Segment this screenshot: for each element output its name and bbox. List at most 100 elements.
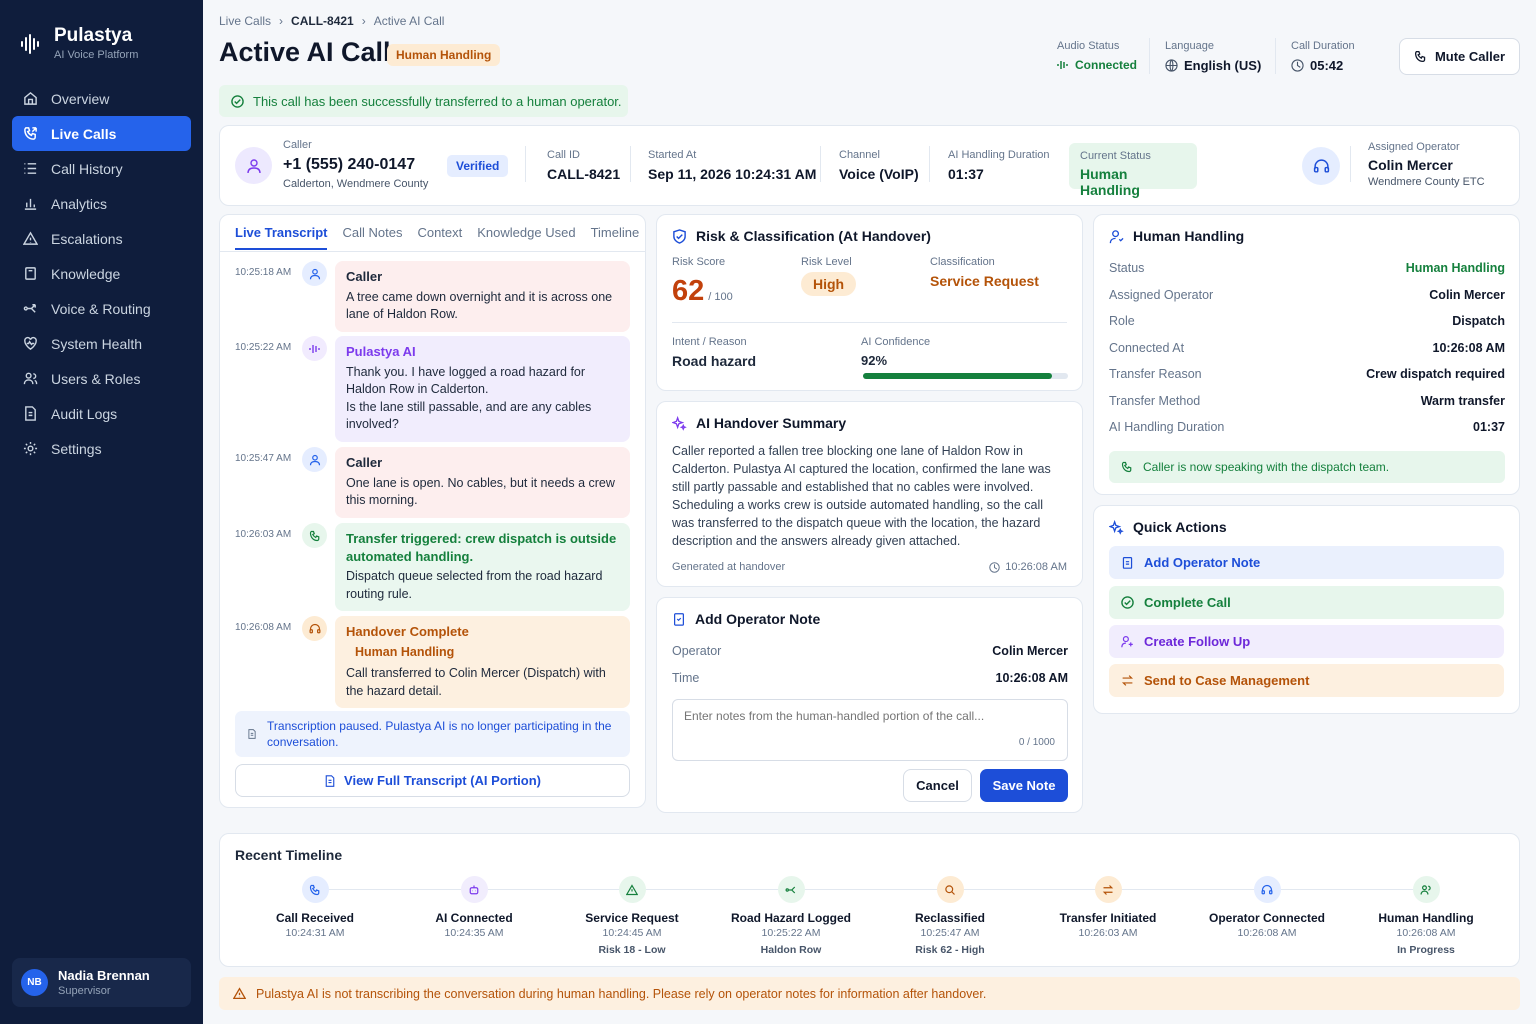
sidebar-item-voice-routing[interactable]: Voice & Routing	[12, 291, 191, 326]
transcript-message: 10:25:22 AM Pulastya AI Thank you. I hav…	[235, 336, 630, 442]
sidebar-item-label: System Health	[51, 335, 143, 352]
current-status-box: Current Status Human Handling	[1069, 143, 1197, 198]
operator-note-textarea[interactable]	[672, 699, 1068, 761]
timeline-item[interactable]: Road Hazard Logged 10:25:22 AM Haldon Ro…	[721, 876, 861, 956]
headset-icon	[1313, 158, 1329, 173]
save-note-button[interactable]: Save Note	[980, 769, 1068, 802]
sidebar-item-escalations[interactable]: Escalations	[12, 221, 191, 256]
sidebar-item-settings[interactable]: Settings	[12, 431, 191, 466]
view-full-transcript-label: View Full Transcript (AI Portion)	[344, 773, 541, 788]
sidebar-item-system-health[interactable]: System Health	[12, 326, 191, 361]
breadcrumb-current: Active AI Call	[373, 14, 445, 28]
complete-call-action[interactable]: Complete Call	[1109, 586, 1504, 619]
timeline-item[interactable]: Service Request 10:24:45 AM Risk 18 - Lo…	[562, 876, 702, 956]
heart-pulse-icon	[24, 336, 37, 350]
breadcrumb-live-calls[interactable]: Live Calls	[219, 14, 271, 28]
handling-row-ai-duration: AI Handling Duration 01:37	[1109, 414, 1505, 441]
risk-score-max: / 100	[708, 291, 733, 303]
message-text: Dispatch queue selected from the road ha…	[346, 569, 603, 601]
sidebar-item-knowledge[interactable]: Knowledge	[12, 256, 191, 291]
action-label: Add Operator Note	[1144, 555, 1261, 570]
current-status-label: Current Status	[1080, 150, 1151, 162]
call-id-value: CALL-8421	[547, 166, 621, 182]
sidebar-item-users-roles[interactable]: Users & Roles	[12, 361, 191, 396]
tab-live-transcript[interactable]: Live Transcript	[235, 225, 328, 250]
ai-confidence-label: AI Confidence	[861, 336, 931, 348]
headset-icon	[309, 623, 320, 633]
intent-value: Road hazard	[672, 353, 757, 369]
timeline-item[interactable]: Human Handling 10:26:08 AM In Progress	[1356, 876, 1496, 956]
risk-level-badge: High	[801, 272, 857, 296]
sidebar-item-live-calls[interactable]: Live Calls	[12, 116, 191, 151]
risk-title: Risk & Classification (At Handover)	[672, 228, 931, 244]
file-icon	[25, 406, 36, 421]
cancel-button[interactable]: Cancel	[903, 769, 972, 802]
timeline-item[interactable]: Call Received 10:24:31 AM	[245, 876, 385, 939]
action-label: Create Follow Up	[1144, 634, 1251, 649]
transcript-message: 10:25:18 AM Caller A tree came down over…	[235, 261, 630, 332]
gear-icon	[23, 441, 38, 456]
breadcrumb-call-id[interactable]: CALL-8421	[291, 14, 354, 28]
brand-subtitle: AI Voice Platform	[54, 49, 139, 61]
clipboard-icon	[674, 613, 684, 626]
sidebar-item-analytics[interactable]: Analytics	[12, 186, 191, 221]
timeline-item-extra: Risk 18 - Low	[598, 944, 666, 956]
started-at-value: Sep 11, 2026 10:24:31 AM	[648, 166, 817, 182]
brand[interactable]: Pulastya AI Voice Platform	[20, 26, 138, 61]
timeline-item-time: 10:26:08 AM	[1237, 927, 1297, 939]
channel-value: Voice (VoIP)	[839, 166, 919, 182]
transcript-panel: Live Transcript Call Notes Context Knowl…	[219, 214, 646, 808]
waveform-logo-icon	[21, 33, 39, 54]
timeline-item[interactable]: AI Connected 10:24:35 AM	[404, 876, 544, 939]
summary-generated-time: 10:26:08 AM	[989, 561, 1067, 573]
language-value: English (US)	[1184, 58, 1262, 73]
chevron-right-icon: ›	[361, 14, 366, 28]
timeline-item[interactable]: Operator Connected 10:26:08 AM	[1197, 876, 1337, 939]
sidebar-item-label: Analytics	[51, 195, 108, 212]
sidebar-item-audit-logs[interactable]: Audit Logs	[12, 396, 191, 431]
channel-label: Channel	[839, 149, 880, 161]
mute-caller-button[interactable]: Mute Caller	[1399, 38, 1520, 75]
transfer-avatar	[302, 523, 327, 548]
create-follow-up-action[interactable]: Create Follow Up	[1109, 625, 1504, 658]
note-title: Add Operator Note	[672, 611, 820, 627]
verified-badge: Verified	[447, 155, 509, 177]
summary-title-text: AI Handover Summary	[696, 415, 847, 431]
routing-icon	[23, 304, 36, 313]
waveform-icon	[1057, 61, 1068, 69]
sidebar-item-overview[interactable]: Overview	[12, 81, 191, 116]
risk-score: 62 / 100	[672, 275, 733, 308]
warning-icon	[23, 231, 38, 245]
summary-text: Caller reported a fallen tree blocking o…	[672, 444, 1051, 548]
send-to-case-management-action[interactable]: Send to Case Management	[1109, 664, 1504, 697]
view-full-transcript-button[interactable]: View Full Transcript (AI Portion)	[235, 764, 630, 797]
sidebar-item-call-history[interactable]: Call History	[12, 151, 191, 186]
phone-call-icon	[301, 876, 329, 903]
handling-row-label: AI Handling Duration	[1109, 420, 1225, 435]
tab-call-notes[interactable]: Call Notes	[342, 225, 402, 250]
message-text: One lane is open. No cables, but it need…	[346, 475, 615, 508]
message-time: 10:25:22 AM	[235, 342, 292, 353]
human-handling-panel: Human Handling Status Human Handling Assi…	[1093, 214, 1520, 495]
handling-title-text: Human Handling	[1133, 228, 1245, 244]
warning-icon	[618, 876, 646, 903]
timeline-item-time: 10:26:03 AM	[1078, 927, 1138, 939]
sidebar-item-label: Overview	[51, 90, 110, 107]
user-role: Supervisor	[58, 985, 111, 997]
user-profile-card[interactable]: NB Nadia Brennan Supervisor	[12, 958, 191, 1007]
note-operator-value: Colin Mercer	[992, 644, 1068, 659]
timeline-item[interactable]: Reclassified 10:25:47 AM Risk 62 - High	[880, 876, 1020, 956]
tab-context[interactable]: Context	[417, 225, 462, 250]
phone-call-icon	[24, 127, 37, 140]
sidebar-item-label: Audit Logs	[51, 405, 118, 422]
started-at-label: Started At	[648, 149, 697, 161]
tab-knowledge-used[interactable]: Knowledge Used	[477, 225, 575, 250]
quick-actions-title-text: Quick Actions	[1133, 519, 1227, 535]
ai-confidence-fill	[863, 373, 1052, 379]
call-duration-label: Call Duration	[1291, 40, 1355, 52]
timeline-item[interactable]: Transfer Initiated 10:26:03 AM	[1038, 876, 1178, 939]
tab-timeline[interactable]: Timeline	[591, 225, 640, 250]
user-icon	[246, 158, 261, 173]
message-text: Call transferred to Colin Mercer (Dispat…	[346, 666, 606, 698]
add-operator-note-action[interactable]: Add Operator Note	[1109, 546, 1504, 579]
